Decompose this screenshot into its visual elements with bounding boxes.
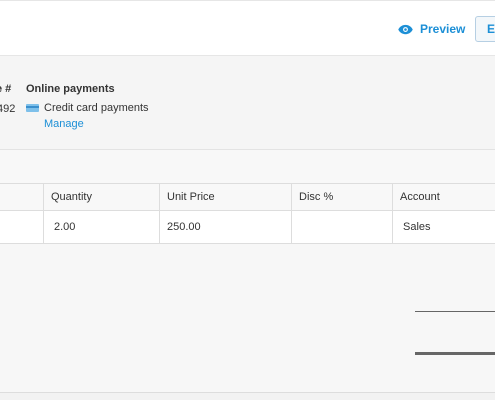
edit-button[interactable]: E [475,16,495,42]
preview-button[interactable]: Preview [398,18,465,40]
column-header-disc: Disc % [291,184,392,210]
line-items-header: Quantity Unit Price Disc % Account [0,183,495,211]
bottom-divider [0,392,495,400]
invoice-info-panel: e # 492 Online payments Credit card paym… [0,56,495,150]
toolbar: Preview E [0,0,495,56]
column-header-unit-price: Unit Price [159,184,291,210]
manage-link[interactable]: Manage [44,118,84,130]
invoice-number-value: 492 [0,103,16,115]
eye-icon [398,24,413,34]
table-row: 2.00 250.00 Sales [0,211,495,244]
invoice-editor: Preview E e # 492 Online payments Credit… [0,0,495,400]
account-cell[interactable]: Sales [392,211,495,243]
section-spacer [0,150,495,183]
preview-label: Preview [420,22,466,36]
subtotal-divider [415,311,495,312]
unit-price-cell[interactable]: 250.00 [159,211,291,243]
disc-cell[interactable] [291,211,392,243]
totals-area [0,244,495,392]
credit-card-icon [26,104,39,112]
quantity-cell[interactable]: 2.00 [43,211,159,243]
invoice-number-header: e # [0,83,12,95]
online-payments-header: Online payments [26,83,115,95]
total-divider [415,352,495,355]
credit-card-payments: Credit card payments [26,102,149,114]
column-header-account: Account [392,184,495,210]
column-header-quantity: Quantity [43,184,159,210]
credit-card-label: Credit card payments [44,102,149,114]
